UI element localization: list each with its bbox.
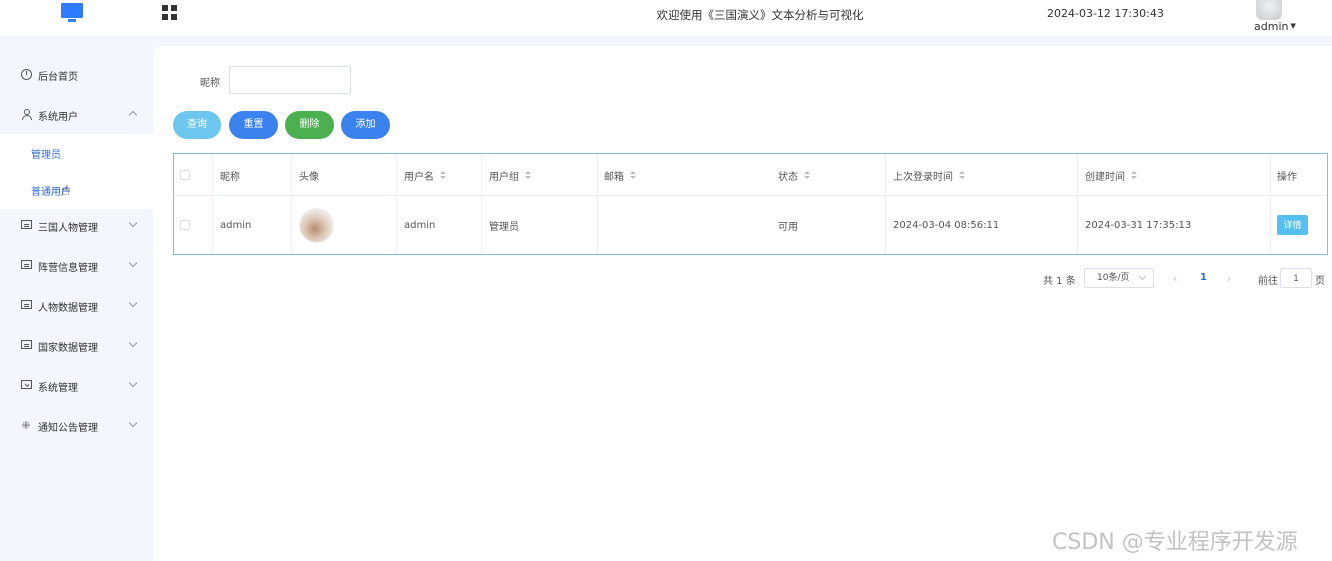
page-suffix-label: 页 — [1315, 276, 1325, 287]
sidebar-item-label: 后台首页 — [38, 71, 78, 83]
sidebar-item-label: 国家数据管理 — [38, 342, 98, 354]
sort-icon[interactable] — [525, 170, 531, 180]
site-title: 欢迎使用《三国演义》文本分析与可视化 — [656, 8, 864, 22]
avatar — [299, 207, 334, 243]
dashboard-icon — [20, 69, 32, 81]
chevron-down-icon — [128, 418, 138, 428]
header-status[interactable]: 状态 — [778, 154, 810, 196]
chevron-down-icon — [128, 378, 138, 388]
cell-avatar — [299, 196, 334, 254]
sidebar-item-factions[interactable]: 阵营信息管理 — [0, 246, 153, 286]
sort-icon[interactable] — [630, 170, 636, 180]
header-avatar: 头像 — [299, 171, 319, 183]
row-checkbox[interactable] — [180, 196, 190, 254]
username-label: admin — [1254, 20, 1289, 33]
add-button[interactable]: 添加 — [341, 111, 390, 139]
sidebar-item-dashboard[interactable]: 后台首页 — [0, 55, 153, 95]
header-created-time[interactable]: 创建时间 — [1085, 154, 1137, 196]
card-icon — [20, 300, 32, 312]
user-avatar[interactable] — [1256, 0, 1282, 20]
header-username[interactable]: 用户名 — [404, 154, 446, 196]
sidebar-item-country-data[interactable]: 国家数据管理 — [0, 326, 153, 366]
sidebar-item-announcements[interactable]: ⁜ 通知公告管理 — [0, 406, 153, 446]
nickname-search-label: 昵称 — [200, 78, 220, 89]
sidebar-item-label: 系统用户 — [38, 111, 78, 123]
header-nickname: 昵称 — [220, 171, 240, 183]
cell-username: admin — [404, 219, 436, 231]
next-page-icon[interactable]: › — [1227, 272, 1231, 285]
mouse-cursor-icon: ☝ — [61, 183, 70, 199]
sidebar-item-label: 三国人物管理 — [38, 222, 98, 234]
chevron-down-icon — [128, 218, 138, 228]
sidebar-item-label: 通知公告管理 — [38, 422, 98, 434]
burst-icon: ⁜ — [21, 419, 31, 432]
top-header: 欢迎使用《三国演义》文本分析与可视化 2024-03-12 17:30:43 a… — [0, 0, 1332, 36]
current-datetime: 2024-03-12 17:30:43 — [1047, 7, 1164, 20]
pagination-total: 共 1 条 — [1043, 276, 1076, 287]
chevron-up-icon — [128, 110, 138, 120]
page-number-current[interactable]: 1 — [1200, 272, 1207, 283]
cell-created-time: 2024-03-31 17:35:13 — [1085, 219, 1192, 231]
detail-button[interactable]: 详情 — [1277, 215, 1308, 235]
header-user-group[interactable]: 用户组 — [489, 154, 531, 196]
sidebar-item-characters[interactable]: 三国人物管理 — [0, 206, 153, 246]
folder-check-icon — [20, 380, 32, 392]
nickname-search-input[interactable] — [229, 66, 351, 94]
caret-down-icon: ▼ — [1290, 22, 1296, 30]
user-dropdown[interactable]: admin ▼ — [1254, 20, 1296, 33]
reset-button[interactable]: 重置 — [229, 111, 278, 139]
sort-icon[interactable] — [959, 170, 965, 180]
cell-status: 可用 — [778, 221, 798, 233]
sidebar-subitem-admins[interactable]: 管理员 — [0, 134, 153, 172]
chevron-down-icon — [1138, 272, 1147, 281]
page-size-select[interactable]: 10条/页 — [1084, 268, 1154, 288]
users-table: 昵称 头像 用户名 用户组 邮箱 状态 上次登录时间 创建时间 操作 admin… — [173, 153, 1328, 255]
cell-last-login: 2024-03-04 08:56:11 — [893, 219, 1000, 231]
query-button[interactable]: 查询 — [173, 111, 221, 139]
header-email[interactable]: 邮箱 — [604, 154, 636, 196]
sort-icon[interactable] — [1131, 170, 1137, 180]
chevron-down-icon — [128, 298, 138, 308]
sort-icon[interactable] — [440, 170, 446, 180]
chevron-down-icon — [128, 338, 138, 348]
header-last-login[interactable]: 上次登录时间 — [893, 154, 965, 196]
prev-page-icon[interactable]: ‹ — [1173, 272, 1177, 285]
monitor-logo-icon — [61, 3, 83, 23]
goto-page-input[interactable] — [1280, 268, 1312, 288]
goto-label: 前往 — [1258, 276, 1278, 287]
cell-user-group: 管理员 — [489, 221, 519, 233]
page-size-value: 10条/页 — [1097, 273, 1130, 283]
cell-actions: 详情 — [1277, 196, 1308, 254]
user-icon — [20, 109, 32, 121]
sidebar-item-character-data[interactable]: 人物数据管理 — [0, 286, 153, 326]
card-icon — [20, 220, 32, 232]
cell-nickname: admin — [220, 219, 252, 231]
delete-button[interactable]: 删除 — [285, 111, 334, 139]
card-icon — [20, 260, 32, 272]
card-icon — [20, 340, 32, 352]
sidebar-item-label: 人物数据管理 — [38, 302, 98, 314]
sidebar-item-label: 阵营信息管理 — [38, 262, 98, 274]
menu-grid-icon[interactable] — [162, 5, 177, 20]
sidebar-item-system-users[interactable]: 系统用户 — [0, 95, 153, 135]
sidebar-item-system-management[interactable]: 系统管理 — [0, 366, 153, 406]
sidebar-subitem-normal-users[interactable]: 普通用户 — [0, 171, 153, 209]
sidebar-subitem-label: 管理员 — [31, 149, 61, 161]
chevron-down-icon — [128, 258, 138, 268]
sort-icon[interactable] — [804, 170, 810, 180]
watermark: CSDN @专业程序开发源 — [1052, 530, 1298, 555]
sidebar-item-label: 系统管理 — [38, 382, 78, 394]
select-all-checkbox[interactable] — [180, 154, 190, 196]
header-actions: 操作 — [1277, 171, 1297, 183]
